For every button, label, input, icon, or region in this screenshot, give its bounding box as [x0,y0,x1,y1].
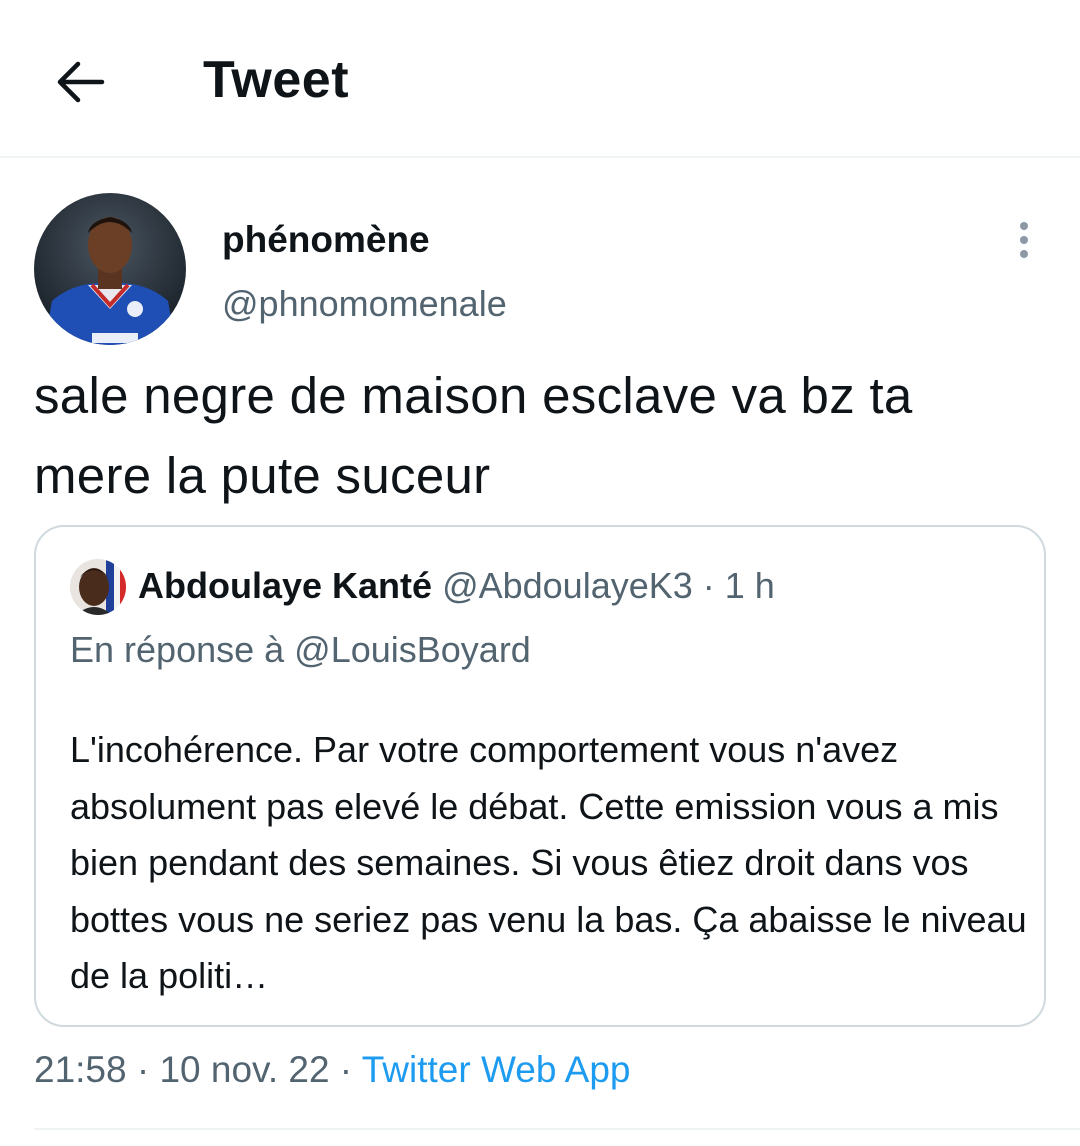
tweet-text: sale negre de maison esclave va bz ta me… [34,367,913,504]
arrow-left-icon [57,61,105,103]
quoted-tweet-text: L'incohérence. Par votre comportement vo… [70,729,1027,996]
author-display-name[interactable]: phénomène [222,216,430,264]
meta-separator: · [329,1049,362,1090]
more-vertical-icon [1020,222,1028,230]
author-avatar[interactable] [34,193,186,345]
author-handle[interactable]: @phnomomenale [222,280,507,328]
back-button[interactable] [48,50,112,114]
quoted-tweet-card[interactable]: Abdoulaye Kanté @AbdoulayeK3 · 1 h En ré… [34,525,1046,1027]
avatar-image [34,193,186,345]
divider [34,1128,1080,1130]
tweet-meta: 21:58 · 10 nov. 22 · Twitter Web App [34,1046,630,1094]
quoted-avatar-image [70,559,126,615]
quoted-reply-to: En réponse à @LouisBoyard [70,629,531,670]
more-vertical-icon-dot [1020,236,1028,244]
quoted-time-ago: · 1 h [692,565,775,606]
top-bar: Tweet [0,0,1080,158]
more-vertical-icon-dot [1020,250,1028,258]
tweet-timestamp[interactable]: 21:58 · 10 nov. 22 [34,1049,330,1090]
more-options-button[interactable] [1004,218,1044,262]
tweet-source-link[interactable]: Twitter Web App [362,1049,631,1090]
quoted-author-name: Abdoulaye Kanté [138,565,433,606]
quoted-author-avatar [70,559,126,615]
page-title: Tweet [203,51,350,109]
quoted-author-handle: @AbdoulayeK3 [442,565,693,606]
quoted-tweet-header: Abdoulaye Kanté @AbdoulayeK3 · 1 h [138,562,775,610]
